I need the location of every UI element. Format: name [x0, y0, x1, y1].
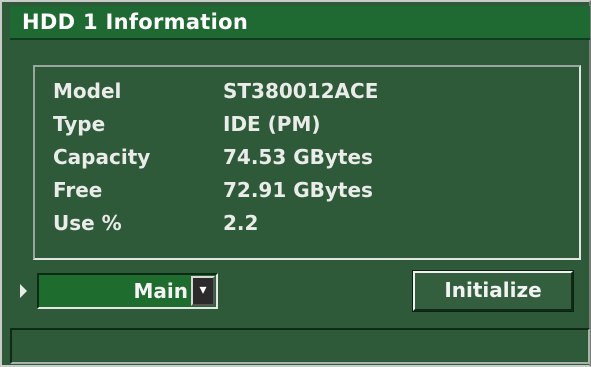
- info-value: 2.2: [223, 211, 259, 235]
- status-bar: [10, 328, 590, 364]
- info-value: ST380012ACE: [223, 79, 379, 103]
- hdd-info-panel: Model ST380012ACE Type IDE (PM) Capacity…: [33, 65, 581, 260]
- chevron-down-icon[interactable]: ▾: [191, 276, 215, 306]
- info-label: Model: [53, 79, 122, 103]
- info-label: Use %: [53, 211, 122, 235]
- view-select-value: Main: [133, 279, 189, 303]
- view-select[interactable]: Main ▾: [37, 273, 218, 309]
- info-label: Free: [53, 178, 103, 202]
- info-label: Type: [53, 112, 106, 136]
- info-value: 74.53 GBytes: [223, 145, 373, 169]
- info-value: 72.91 GBytes: [223, 178, 373, 202]
- window-title: HDD 1 Information: [10, 6, 590, 40]
- hdd-info-window: HDD 1 Information Model ST380012ACE Type…: [0, 0, 591, 367]
- initialize-button[interactable]: Initialize: [412, 270, 574, 312]
- triangle-right-icon: [20, 284, 27, 298]
- info-label: Capacity: [53, 145, 151, 169]
- info-value: IDE (PM): [223, 112, 321, 136]
